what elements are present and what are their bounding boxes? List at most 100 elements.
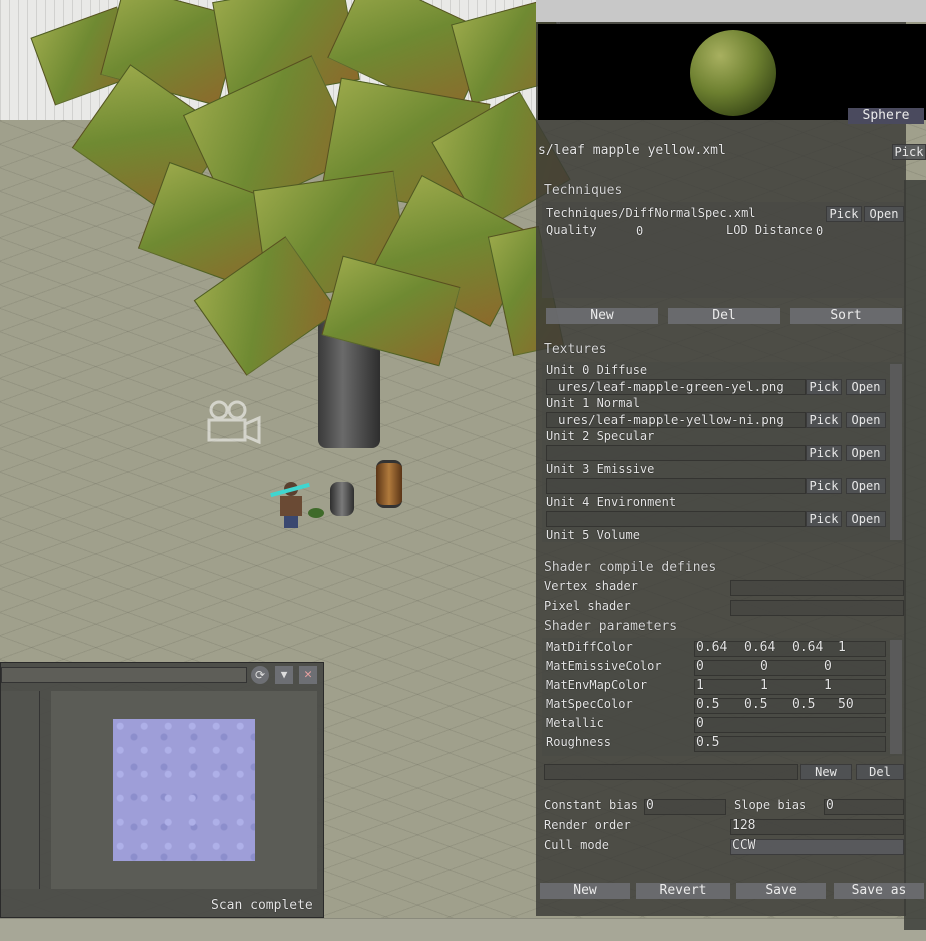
directory-list[interactable] <box>1 691 40 889</box>
texture-unit-2-path[interactable] <box>546 445 806 461</box>
cull-mode-dropdown[interactable] <box>730 839 904 855</box>
param-del-button[interactable]: Del <box>856 764 904 780</box>
techniques-header: Techniques <box>544 183 623 198</box>
texture-unit-3-pick[interactable]: Pick <box>806 478 842 494</box>
lod-distance-value[interactable]: 0 <box>816 224 823 238</box>
texture-unit-2-pick[interactable]: Pick <box>806 445 842 461</box>
param-value-field[interactable] <box>694 660 886 676</box>
material-editor-titlebar <box>536 0 926 22</box>
texture-unit-0-open[interactable]: Open <box>846 379 886 395</box>
shader-params-header: Shader parameters <box>544 619 678 634</box>
texture-unit-2-label: Unit 2 Specular <box>546 429 655 443</box>
lod-distance-label: LOD Distance <box>726 223 813 237</box>
texture-unit-3-open[interactable]: Open <box>846 478 886 494</box>
technique-open-button[interactable]: Open <box>864 206 904 222</box>
preview-mode-button[interactable]: Sphere <box>848 108 924 124</box>
slope-bias-value: 0 <box>826 798 834 813</box>
texture-unit-4-path[interactable] <box>546 511 806 527</box>
scan-status: Scan complete <box>211 898 313 913</box>
slope-bias-field[interactable] <box>824 799 904 815</box>
material-save-as-button[interactable]: Save as <box>834 883 924 899</box>
side-panel-edge <box>904 180 926 930</box>
close-icon[interactable]: ✕ <box>299 666 317 684</box>
texture-unit-3-path[interactable] <box>546 478 806 494</box>
param-value: 0.5 <box>696 735 720 750</box>
material-revert-button[interactable]: Revert <box>636 883 730 899</box>
pixel-shader-defines-field[interactable] <box>730 600 904 616</box>
technique-new-button[interactable]: New <box>546 308 658 324</box>
param-value: 50 <box>838 697 854 712</box>
render-order-label: Render order <box>544 818 631 832</box>
texture-unit-0-path-text: ures/leaf-mapple-green-yel.png <box>558 379 784 394</box>
param-value: 0.64 <box>792 640 824 655</box>
texture-unit-4-open[interactable]: Open <box>846 511 886 527</box>
param-name: MatSpecColor <box>546 697 633 711</box>
shader-params-scrollbar[interactable] <box>890 640 902 754</box>
constant-bias-field[interactable] <box>644 799 726 815</box>
material-save-button[interactable]: Save <box>736 883 826 899</box>
render-order-value: 128 <box>732 818 756 833</box>
material-pick-button[interactable]: Pick <box>892 144 926 160</box>
param-value-field[interactable] <box>694 736 886 752</box>
textures-header: Textures <box>544 342 607 357</box>
resource-browser: ⟳ ▼ ✕ Scan complete <box>0 662 324 918</box>
pixel-shader-label: Pixel shader <box>544 599 631 613</box>
param-value: 0.64 <box>744 640 776 655</box>
texture-unit-4-label: Unit 4 Environment <box>546 495 677 509</box>
texture-unit-1-open[interactable]: Open <box>846 412 886 428</box>
param-name: MatDiffColor <box>546 640 633 654</box>
vertex-shader-label: Vertex shader <box>544 579 638 593</box>
vertex-shader-defines-field[interactable] <box>730 580 904 596</box>
texture-unit-5-label: Unit 5 Volume <box>546 528 640 542</box>
textures-scrollbar[interactable] <box>890 364 902 540</box>
filter-icon[interactable]: ▼ <box>275 666 293 684</box>
param-value: 0.5 <box>696 697 720 712</box>
param-value: 0 <box>696 716 704 731</box>
param-value: 0.5 <box>744 697 768 712</box>
texture-unit-2-open[interactable]: Open <box>846 445 886 461</box>
param-new-button[interactable]: New <box>800 764 852 780</box>
constant-bias-value: 0 <box>646 798 654 813</box>
cull-mode-label: Cull mode <box>544 838 610 852</box>
shader-defines-header: Shader compile defines <box>544 560 717 575</box>
refresh-icon[interactable]: ⟳ <box>251 666 269 684</box>
technique-sort-button[interactable]: Sort <box>790 308 902 324</box>
texture-unit-0-pick[interactable]: Pick <box>806 379 842 395</box>
texture-unit-1-path-text: ures/leaf-mapple-yellow-ni.png <box>558 412 784 427</box>
preview-sphere <box>690 30 776 116</box>
technique-del-button[interactable]: Del <box>668 308 780 324</box>
param-value-field[interactable] <box>694 679 886 695</box>
quality-label: Quality <box>546 223 597 237</box>
character-model <box>270 478 310 528</box>
render-order-field[interactable] <box>730 819 904 835</box>
param-value: 1 <box>824 678 832 693</box>
param-name: Metallic <box>546 716 604 730</box>
param-value-field[interactable] <box>694 698 886 714</box>
param-value: 0.64 <box>696 640 728 655</box>
new-param-name-field[interactable] <box>544 764 798 780</box>
bottom-bar <box>0 918 926 941</box>
texture-thumbnail[interactable] <box>113 719 255 861</box>
param-value: 0 <box>696 659 704 674</box>
browser-filter-field[interactable] <box>1 667 247 683</box>
param-value: 1 <box>696 678 704 693</box>
material-path[interactable]: s/leaf mapple yellow.xml <box>538 144 726 158</box>
param-name: MatEmissiveColor <box>546 659 662 673</box>
technique-pick-button[interactable]: Pick <box>826 206 862 222</box>
texture-unit-4-pick[interactable]: Pick <box>806 511 842 527</box>
grass-tuft <box>308 508 324 518</box>
quality-value[interactable]: 0 <box>636 224 643 238</box>
texture-unit-1-pick[interactable]: Pick <box>806 412 842 428</box>
param-value: 0.5 <box>792 697 816 712</box>
material-new-button[interactable]: New <box>540 883 630 899</box>
viewport-3d[interactable]: ⟳ ▼ ✕ Scan complete Sphere s/leaf mapple… <box>0 0 926 941</box>
camera-icon[interactable] <box>205 400 261 445</box>
param-value: 1 <box>838 640 846 655</box>
param-value-field[interactable] <box>694 717 886 733</box>
param-name: Roughness <box>546 735 612 749</box>
slope-bias-label: Slope bias <box>734 798 807 812</box>
barrel-dark <box>330 482 354 516</box>
param-value: 0 <box>760 659 768 674</box>
param-value: 1 <box>760 678 768 693</box>
texture-unit-0-label: Unit 0 Diffuse <box>546 363 648 377</box>
